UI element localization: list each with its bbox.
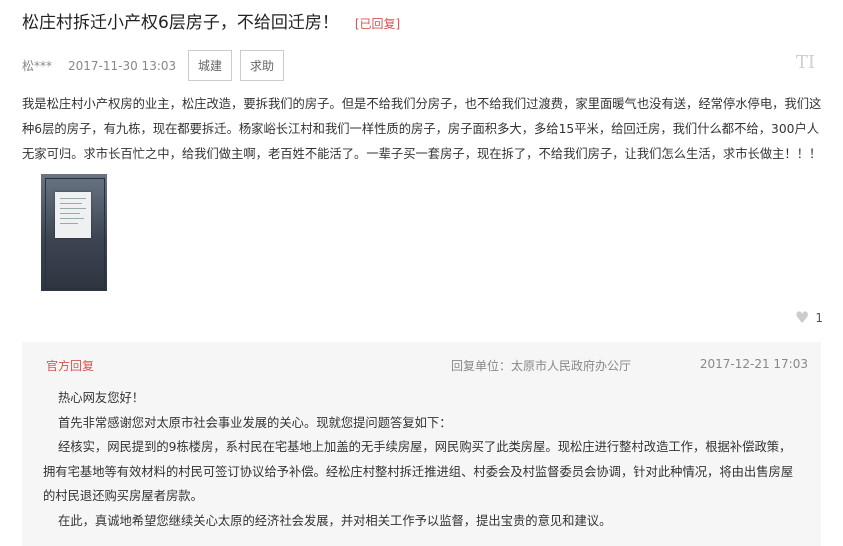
post-title: 松庄村拆迁小产权6层房子，不给回迁房！ [22,13,339,33]
font-size-toggle-icon[interactable]: TI [796,52,815,73]
status-badge: [已回复] [354,17,401,31]
official-reply: 官方回复 回复单位：太原市人民政府办公厅 2017-12-21 17:03 热心… [22,342,821,546]
attached-photo[interactable] [41,174,107,291]
reply-label: 官方回复 [46,359,95,373]
author-name: 松*** [22,59,53,73]
post-date: 2017-11-30 13:03 [68,58,177,73]
post-meta: 松*** 2017-11-30 13:03 城建 求助 [22,50,292,81]
tag-qiuzhu[interactable]: 求助 [240,50,285,81]
reply-paragraph: 首先非常感谢您对太原市社会事业发展的关心。现就您提问题答复如下： [58,415,452,430]
heart-icon: ♥ [795,308,810,327]
reply-paragraph: 热心网友您好！ [58,391,145,405]
post-content: 我是松庄村小产权房的业主，松庄改造，要拆我们的房子。但是不给我们分房子，也不给我… [22,97,822,161]
photo-notice-paper [55,192,91,238]
tag-chengjian[interactable]: 城建 [188,50,233,81]
post-title-row: 松庄村拆迁小产权6层房子，不给回迁房！ [已回复] [22,8,400,33]
like-count: 1 [815,310,823,325]
like-button[interactable]: ♥ 1 [795,308,823,327]
reply-body: 热心网友您好！ 首先非常感谢您对太原市社会事业发展的关心。现就您提问题答复如下：… [43,386,803,533]
reply-unit: 回复单位：太原市人民政府办公厅 [450,359,631,373]
reply-date: 2017-12-21 17:03 [699,357,808,371]
reply-paragraph: 经核实，网民提到的9栋楼房，系村民在宅基地上加盖的无手续房屋，网民购买了此类房屋… [43,440,794,503]
reply-paragraph: 在此，真诚地希望您继续关心太原的经济社会发展，并对相关工作予以监督，提出宝贵的意… [58,513,612,528]
